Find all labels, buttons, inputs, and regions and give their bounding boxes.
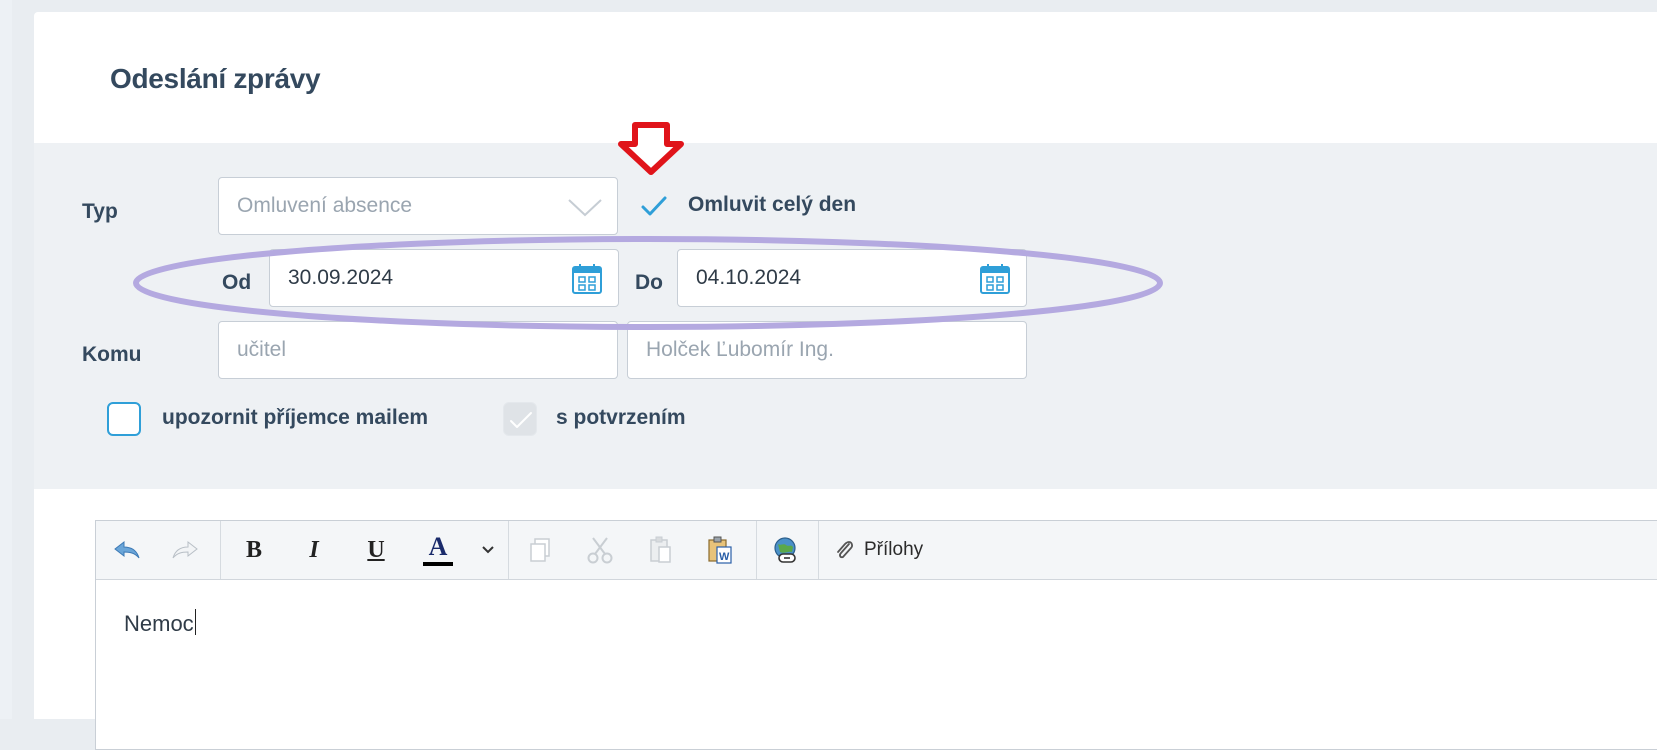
recipient-name-select[interactable]: Holček Ľubomír Ing. xyxy=(627,321,1027,379)
paste-word-icon: W xyxy=(708,536,732,564)
copy-icon xyxy=(530,538,550,562)
to-label: Do xyxy=(635,271,663,294)
font-color-letter: A xyxy=(428,532,448,561)
scissors-icon xyxy=(587,537,613,564)
paperclip-icon xyxy=(837,541,853,559)
underline-button[interactable]: U xyxy=(358,531,394,569)
cut-button[interactable] xyxy=(582,531,618,569)
full-day-checkbox[interactable] xyxy=(637,189,671,223)
chevron-down-icon xyxy=(568,199,602,217)
calendar-icon[interactable] xyxy=(570,262,604,296)
bold-button[interactable]: B xyxy=(236,531,272,569)
paste-button[interactable] xyxy=(642,531,678,569)
check-icon xyxy=(510,412,532,428)
toolbar-separator xyxy=(508,521,509,579)
check-icon xyxy=(641,196,667,216)
copy-button[interactable] xyxy=(522,531,558,569)
attachments-button[interactable]: Přílohy xyxy=(834,531,964,569)
full-day-label: Omluvit celý den xyxy=(688,193,857,216)
text-caret xyxy=(194,609,196,635)
type-select[interactable]: Omluvení absence xyxy=(218,177,618,235)
font-color-dropdown[interactable] xyxy=(476,531,500,569)
page-title: Odeslání zprávy xyxy=(110,63,321,94)
recipient-name-value: Holček Ľubomír Ing. xyxy=(646,338,834,361)
chevron-down-icon xyxy=(482,546,494,554)
from-date-input[interactable]: 30.09.2024 xyxy=(269,249,619,307)
editor-text: Nemoc xyxy=(124,611,194,636)
toolbar-separator xyxy=(220,521,221,579)
editor-toolbar: B I U A W Přílohy xyxy=(96,521,1657,580)
recipient-label: Komu xyxy=(82,343,142,366)
redo-icon xyxy=(172,540,198,559)
font-color-button[interactable]: A xyxy=(418,531,458,569)
to-date-input[interactable]: 04.10.2024 xyxy=(677,249,1027,307)
recipient-role-select[interactable]: učitel xyxy=(218,321,618,379)
attachments-label: Přílohy xyxy=(864,539,924,560)
message-editor[interactable]: B I U A W Přílohy Nemoc xyxy=(95,520,1657,750)
italic-button[interactable]: I xyxy=(296,531,332,569)
svg-text:W: W xyxy=(719,551,730,563)
clipboard-icon xyxy=(650,536,671,563)
editor-content[interactable]: Nemoc xyxy=(124,609,196,637)
recipient-role-value: učitel xyxy=(237,338,287,361)
page-left-strip xyxy=(0,0,12,719)
redo-button[interactable] xyxy=(166,531,204,569)
from-date-value: 30.09.2024 xyxy=(288,266,394,289)
undo-button[interactable] xyxy=(108,531,146,569)
globe-link-icon xyxy=(774,537,796,563)
toolbar-separator xyxy=(818,521,819,579)
confirmation-label: s potvrzením xyxy=(556,406,686,429)
insert-link-button[interactable] xyxy=(766,531,806,569)
calendar-icon[interactable] xyxy=(978,262,1012,296)
from-label: Od xyxy=(222,271,252,294)
notify-email-label: upozornit příjemce mailem xyxy=(162,406,429,429)
message-form: Typ Omluvení absence Omluvit celý den Od… xyxy=(34,143,1657,489)
paste-word-button[interactable]: W xyxy=(702,531,738,569)
message-card: Odeslání zprávy Typ Omluvení absence Oml… xyxy=(34,12,1657,750)
to-date-value: 04.10.2024 xyxy=(696,266,802,289)
font-color-swatch xyxy=(423,562,453,566)
confirmation-checkbox[interactable] xyxy=(503,402,537,436)
toolbar-separator xyxy=(756,521,757,579)
type-select-value: Omluvení absence xyxy=(237,194,413,217)
type-label: Typ xyxy=(82,200,118,223)
undo-icon xyxy=(114,540,140,559)
notify-email-checkbox[interactable] xyxy=(107,402,141,436)
